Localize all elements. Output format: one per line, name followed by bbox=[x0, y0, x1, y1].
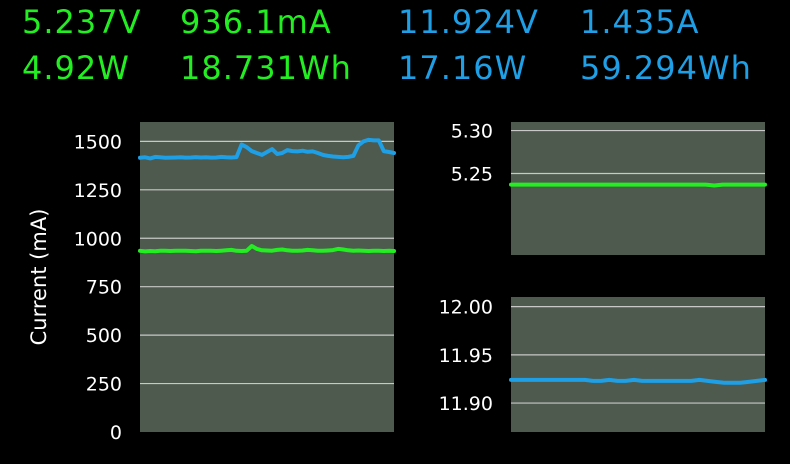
y-tick-label: 12.00 bbox=[439, 297, 493, 319]
y-tick-label: 5.30 bbox=[451, 121, 493, 143]
plot-area bbox=[140, 122, 394, 432]
y-tick-label: 750 bbox=[86, 277, 122, 299]
y-tick-label: 250 bbox=[86, 374, 122, 396]
dc-voltage-chart: 11.90 11.95 12.00 bbox=[439, 297, 767, 432]
usb-voltage-chart: 5.25 5.30 bbox=[451, 121, 767, 255]
current-chart: 0 250 500 750 1000 1250 1500 Current (mA) bbox=[27, 122, 396, 444]
y-tick-label: 0 bbox=[110, 422, 122, 444]
y-tick-label: 500 bbox=[86, 325, 122, 347]
y-tick-label: 1250 bbox=[74, 180, 122, 202]
y-tick-label: 11.95 bbox=[439, 345, 493, 367]
plot-area bbox=[511, 297, 765, 432]
charts-canvas: 0250500750100012501500Current (mA) 5.255… bbox=[27, 121, 767, 444]
y-tick-label: 1500 bbox=[74, 131, 122, 153]
y-axis-label: Current (mA) bbox=[27, 209, 51, 346]
series-line bbox=[509, 182, 767, 188]
y-tick-label: 5.25 bbox=[451, 163, 493, 185]
y-tick-label: 11.90 bbox=[439, 393, 493, 415]
y-tick-label: 1000 bbox=[74, 228, 122, 250]
plot-area bbox=[511, 122, 765, 255]
